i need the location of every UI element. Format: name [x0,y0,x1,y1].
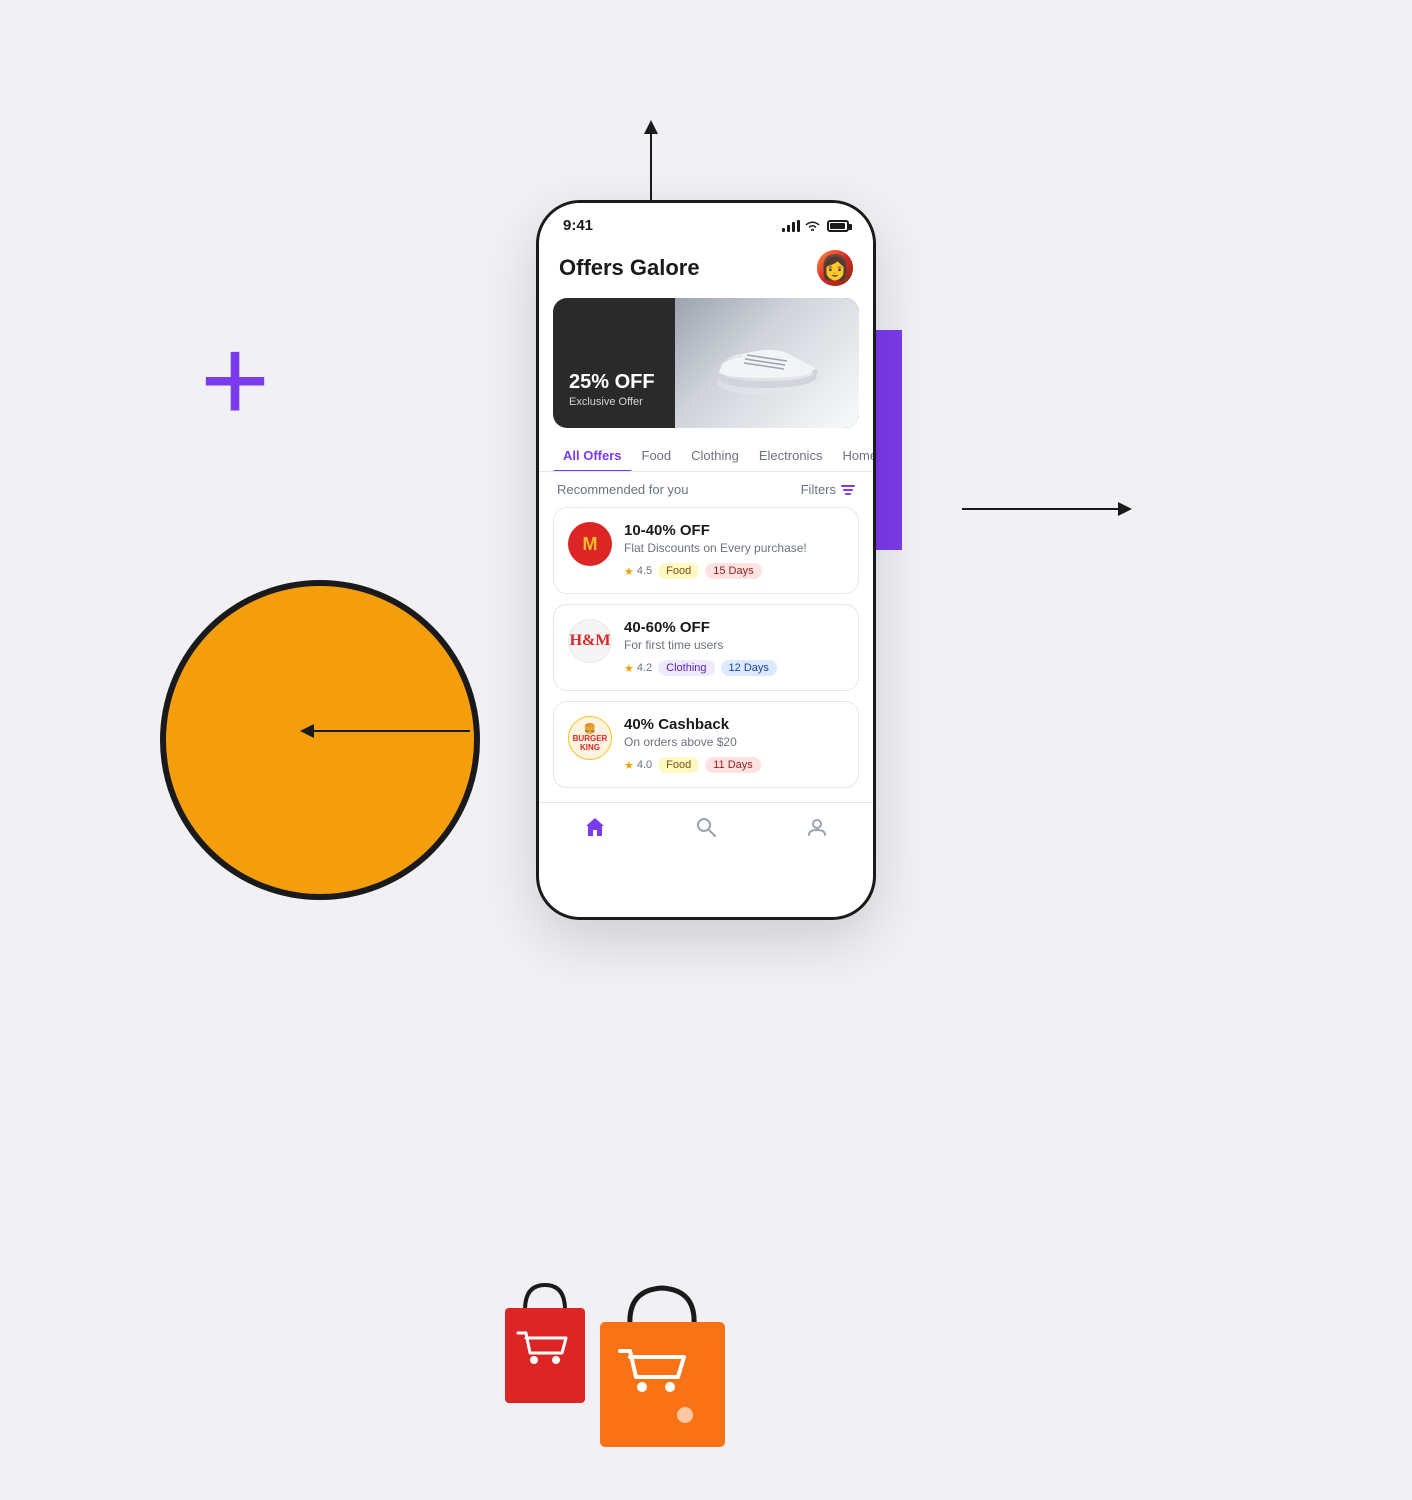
filter-button[interactable]: Filters [801,482,855,497]
category-tag-bk: Food [658,757,699,773]
plus-decoration: + [200,320,270,440]
offer-title-mcdonalds: 10-40% OFF [624,522,844,539]
category-tag-mcdonalds: Food [658,563,699,579]
star-icon-hm: ★ [624,662,634,675]
sneaker-illustration [707,323,827,403]
offer-tags-mcdonalds: ★ 4.5 Food 15 Days [624,563,844,579]
avatar[interactable] [817,250,853,286]
offer-info-bk: 40% Cashback On orders above $20 ★ 4.0 F… [624,716,844,773]
nav-home[interactable] [583,815,607,839]
circle-decoration [160,580,480,900]
phone-wrapper: 9:41 Offers Galore [536,200,876,920]
hm-logo: H&M [568,619,612,663]
rating-mcdonalds: ★ 4.5 [624,565,652,578]
offer-card-bk[interactable]: 🍔 BURGERKING 40% Cashback On orders abov… [553,701,859,788]
nav-search[interactable] [694,815,718,839]
bk-logo: 🍔 BURGERKING [568,716,612,760]
offer-info-mcdonalds: 10-40% OFF Flat Discounts on Every purch… [624,522,844,579]
rating-bk: ★ 4.0 [624,759,652,772]
tab-food[interactable]: Food [632,440,682,471]
arrow-left [310,730,470,732]
days-tag-hm: 12 Days [721,660,777,676]
rating-hm: ★ 4.2 [624,662,652,675]
category-tabs: All Offers Food Clothing Electronics Hom… [539,440,873,472]
filter-icon [841,485,855,495]
nav-profile[interactable] [805,815,829,839]
tab-all-offers[interactable]: All Offers [553,440,632,471]
offer-desc-bk: On orders above $20 [624,735,844,749]
rating-value-mcdonalds: 4.5 [637,565,652,577]
hero-subtitle: Exclusive Offer [569,396,655,408]
battery-icon [827,220,849,232]
offer-desc-mcdonalds: Flat Discounts on Every purchase! [624,541,844,555]
status-bar: 9:41 [539,203,873,242]
offer-card-hm[interactable]: H&M 40-60% OFF For first time users ★ 4.… [553,604,859,691]
rating-value-hm: 4.2 [637,662,652,674]
filter-row: Recommended for you Filters [539,472,873,507]
red-shopping-bag [490,1270,600,1420]
hero-background [675,298,859,428]
status-time: 9:41 [563,217,593,234]
tab-home[interactable]: Home [832,440,873,471]
bottom-nav [539,802,873,857]
star-icon-bk: ★ [624,759,634,772]
offer-tags-hm: ★ 4.2 Clothing 12 Days [624,660,844,676]
app-header: Offers Galore [539,242,873,298]
offer-title-hm: 40-60% OFF [624,619,844,636]
offers-list: M 10-40% OFF Flat Discounts on Every pur… [539,507,873,788]
phone: 9:41 Offers Galore [536,200,876,920]
days-tag-mcdonalds: 15 Days [705,563,761,579]
category-tag-hm: Clothing [658,660,714,676]
tab-clothing[interactable]: Clothing [681,440,749,471]
offer-info-hm: 40-60% OFF For first time users ★ 4.2 Cl… [624,619,844,676]
recommended-label: Recommended for you [557,482,689,497]
hero-discount: 25% OFF [569,371,655,394]
offer-card-mcdonalds[interactable]: M 10-40% OFF Flat Discounts on Every pur… [553,507,859,594]
status-icons [782,220,849,232]
days-tag-bk: 11 Days [705,757,761,773]
hero-text: 25% OFF Exclusive Offer [569,371,655,408]
offer-tags-bk: ★ 4.0 Food 11 Days [624,757,844,773]
rating-value-bk: 4.0 [637,759,652,771]
arrow-right [962,508,1122,510]
hero-banner[interactable]: 25% OFF Exclusive Offer [553,298,859,428]
offer-title-bk: 40% Cashback [624,716,844,733]
app-title: Offers Galore [559,255,700,281]
signal-icon [782,220,800,232]
orange-shopping-bag [590,1270,735,1460]
tab-electronics[interactable]: Electronics [749,440,833,471]
filter-text: Filters [801,482,836,497]
mcdonalds-logo: M [568,522,612,566]
star-icon: ★ [624,565,634,578]
wifi-icon [805,220,820,231]
offer-desc-hm: For first time users [624,638,844,652]
